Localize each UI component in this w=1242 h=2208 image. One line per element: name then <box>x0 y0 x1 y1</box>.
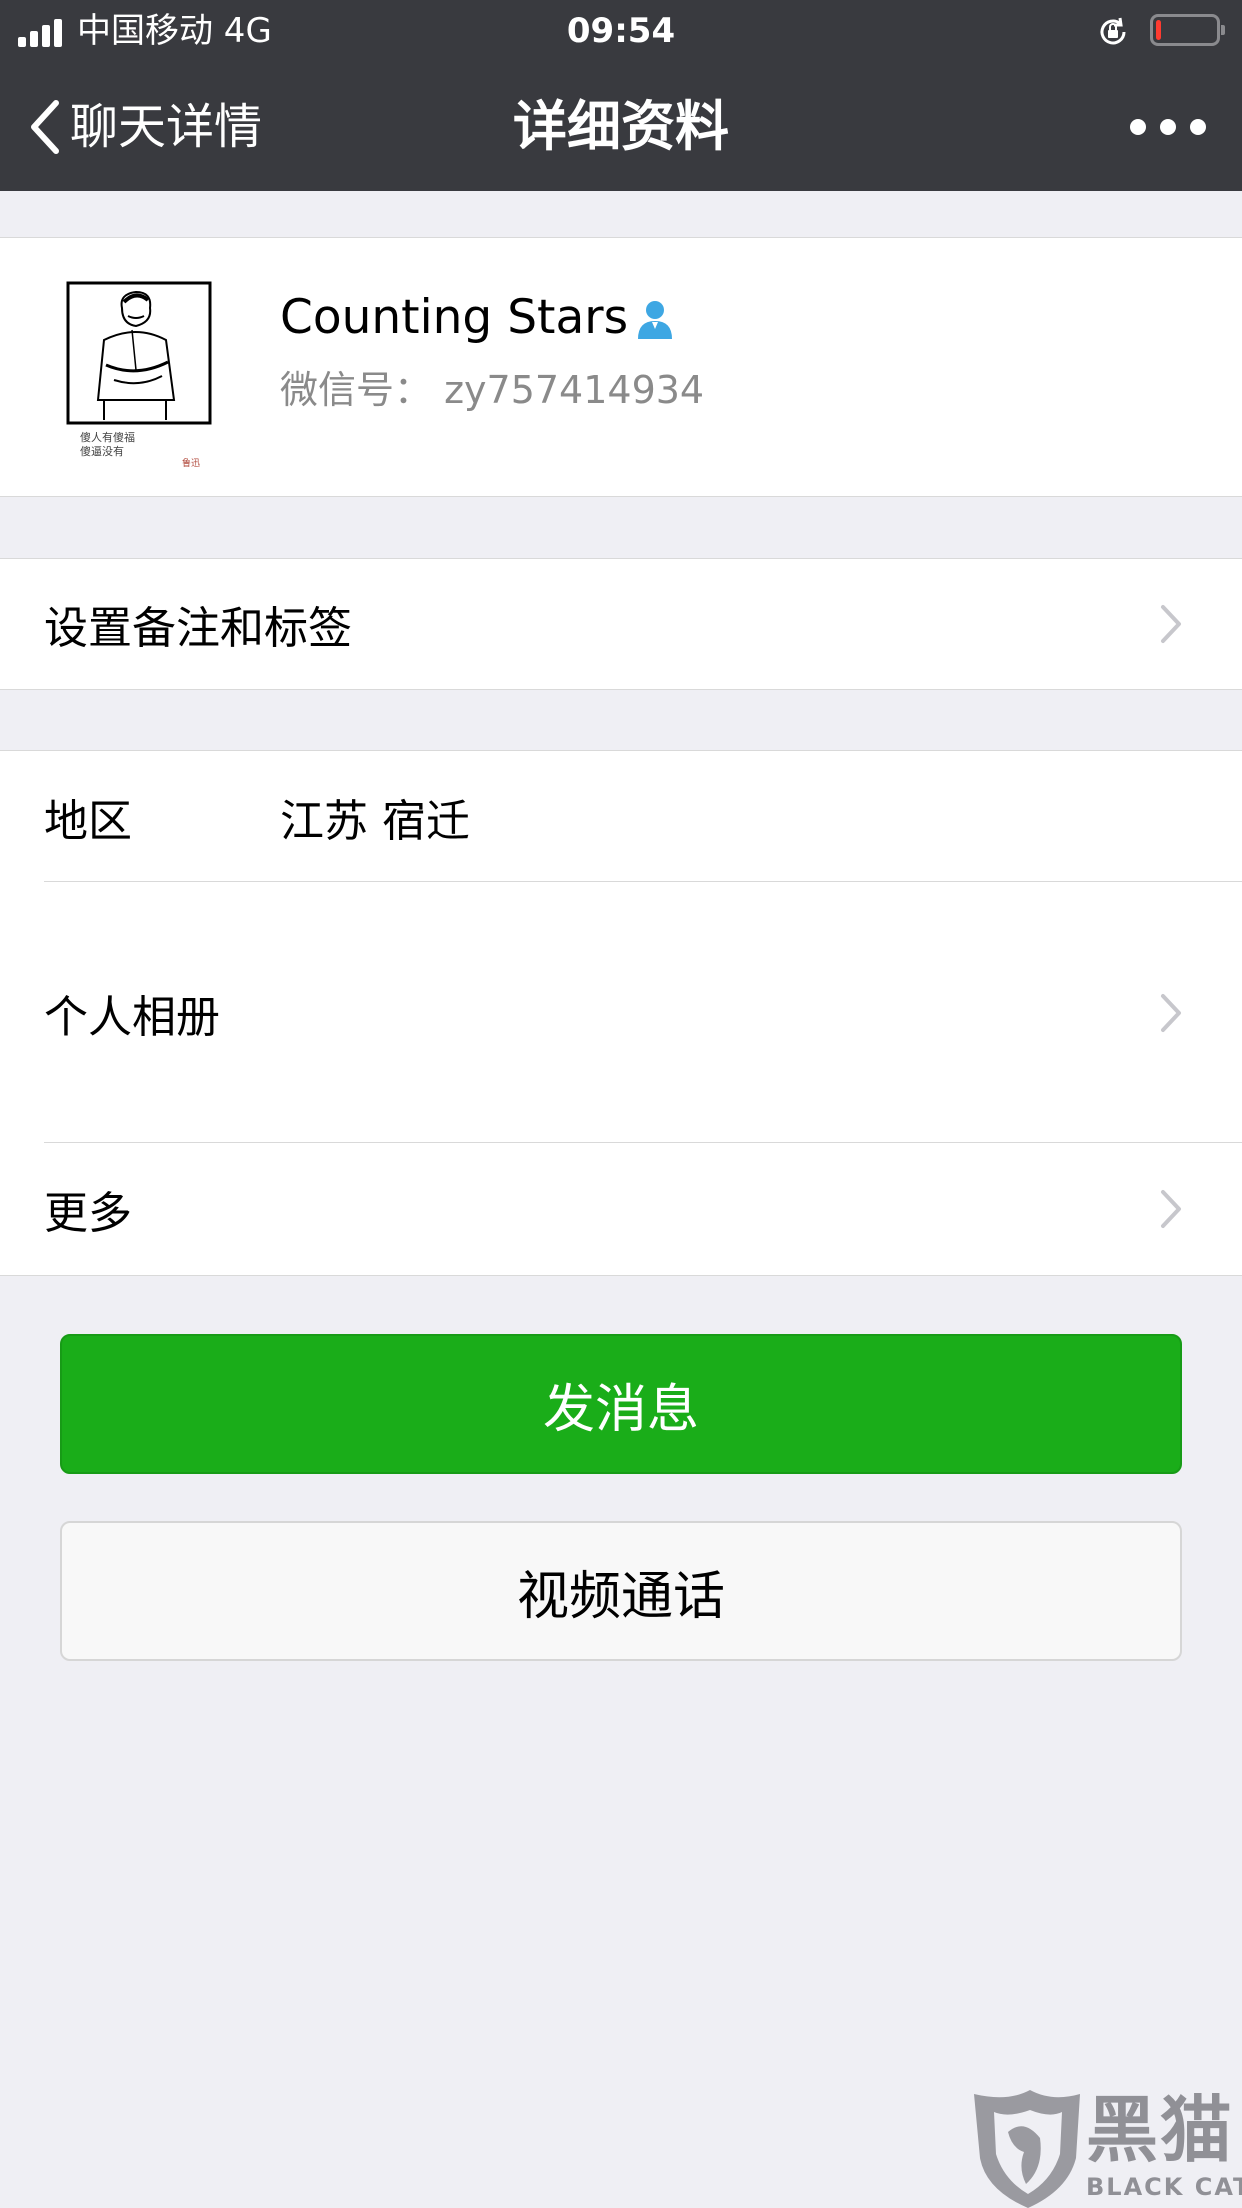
info-group: 地区 江苏 宿迁 个人相册 更多 <box>0 750 1242 1276</box>
more-row[interactable]: 更多 <box>0 1143 1242 1275</box>
svg-text:傻人有傻福: 傻人有傻福 <box>80 430 135 444</box>
region-label: 地区 <box>44 795 132 847</box>
top-bar: 中国移动 4G 09:54 聊天详情 详细资料 <box>0 0 1242 191</box>
svg-text:鲁迅: 鲁迅 <box>182 457 200 469</box>
chevron-right-icon <box>1161 1190 1181 1228</box>
more-dot <box>1160 119 1176 135</box>
video-call-button[interactable]: 视频通话 <box>60 1521 1182 1661</box>
profile-name-row: Counting Stars <box>280 283 678 353</box>
more-options-button[interactable] <box>1130 110 1206 144</box>
send-message-button[interactable]: 发消息 <box>60 1334 1182 1474</box>
profile-name: Counting Stars <box>280 290 629 345</box>
wechat-id: 微信号： zy757414934 <box>280 368 705 412</box>
battery-level-fill <box>1156 20 1161 40</box>
region-row: 地区 江苏 宿迁 <box>0 751 1242 882</box>
svg-text:傻逼没有: 傻逼没有 <box>80 444 124 458</box>
more-dot <box>1130 119 1146 135</box>
region-value: 江苏 宿迁 <box>280 795 470 847</box>
battery-icon <box>1150 14 1225 46</box>
set-remark-tags-label: 设置备注和标签 <box>44 603 352 654</box>
avatar[interactable]: 傻人有傻福 傻逼没有 鲁迅 <box>44 270 224 470</box>
chevron-right-icon <box>1161 993 1181 1032</box>
watermark-text: 黑猫 <box>1086 2088 1235 2172</box>
chevron-right-icon <box>1161 605 1181 643</box>
contact-person-icon <box>638 301 673 339</box>
more-label: 更多 <box>44 1188 132 1239</box>
rotation-lock-icon <box>1100 17 1126 45</box>
set-remark-tags-row[interactable]: 设置备注和标签 <box>0 559 1242 689</box>
page-title: 详细资料 <box>513 95 729 158</box>
profile-card: 傻人有傻福 傻逼没有 鲁迅 Counting Stars 微信号： zy7574… <box>0 237 1242 497</box>
status-time: 09:54 <box>566 11 676 51</box>
personal-album-label: 个人相册 <box>44 991 220 1043</box>
more-dot <box>1190 119 1206 135</box>
remark-group: 设置备注和标签 <box>0 558 1242 690</box>
watermark-subtext: BLACK CAT <box>1086 2173 1242 2201</box>
personal-album-row[interactable]: 个人相册 <box>0 882 1242 1143</box>
